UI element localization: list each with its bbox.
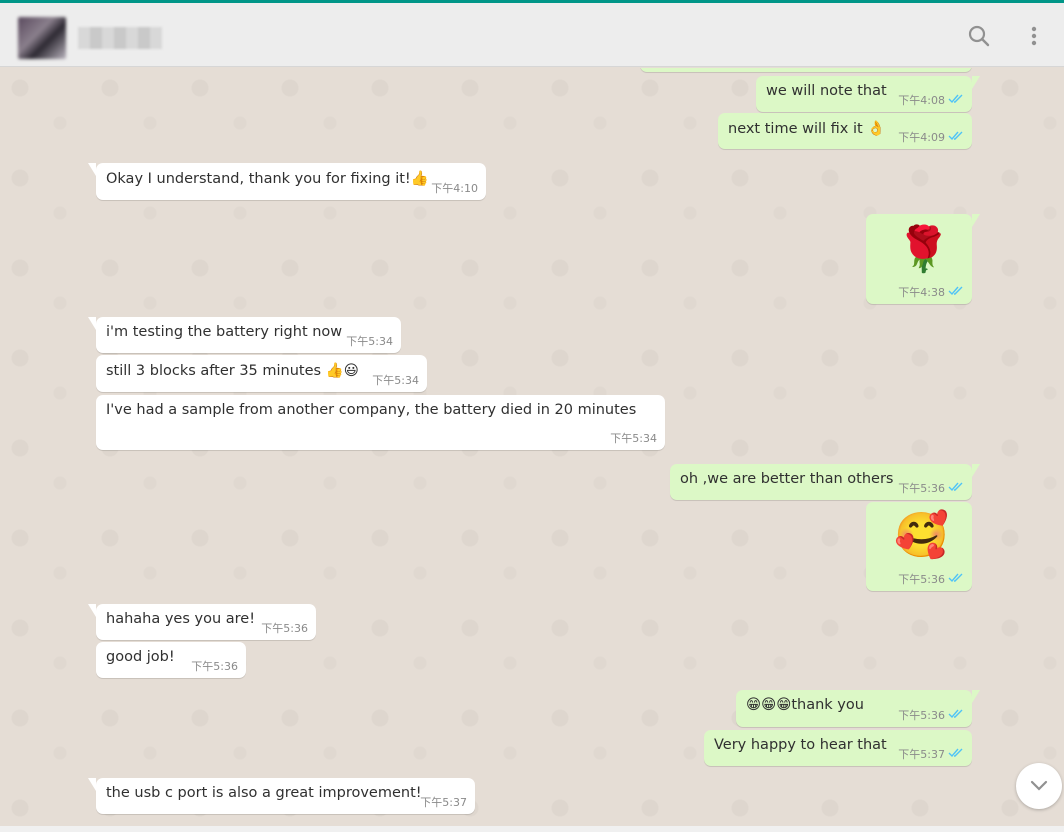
message-time: 下午5:37: [420, 796, 467, 809]
read-ticks-icon: [948, 747, 964, 761]
message-meta: 下午4:10: [431, 180, 478, 196]
message-time: 下午5:36: [898, 709, 945, 722]
message-time: 下午5:34: [372, 374, 419, 387]
message-time: 下午5:34: [610, 432, 657, 445]
message-text: next time will fix it 👌: [728, 121, 886, 137]
message-meta: 下午5:34: [346, 333, 393, 349]
message-meta: 下午5:36: [261, 620, 308, 636]
read-ticks-icon: [948, 93, 964, 107]
message-time: 下午5:34: [346, 335, 393, 348]
search-icon: [966, 23, 992, 49]
message-time: 下午5:36: [898, 573, 945, 586]
message-time: 下午5:36: [261, 622, 308, 635]
message-meta: 下午5:37: [898, 746, 964, 762]
message-meta: 下午5:34: [372, 372, 419, 388]
message-meta: 下午4:38: [898, 284, 964, 300]
message-meta: 下午5:36: [898, 480, 964, 496]
message-time: 下午5:36: [898, 482, 945, 495]
message-text: Very happy to hear that: [714, 737, 887, 753]
message-bubble-outgoing[interactable]: next time will fix it 👌 下午4:09: [718, 113, 972, 149]
message-text: 🌹: [896, 224, 951, 275]
message-meta: 下午5:34: [610, 430, 657, 446]
message-bubble-incoming[interactable]: I've had a sample from another company, …: [96, 395, 665, 450]
message-text: I've had a sample from another company, …: [106, 402, 637, 418]
message-bubble-outgoing[interactable]: 😁😁😁thank you 下午5:36: [736, 690, 980, 727]
message-time: 下午5:37: [898, 748, 945, 761]
read-ticks-icon: [948, 708, 964, 722]
message-bubble-incoming[interactable]: i'm testing the battery right now 下午5:34: [88, 317, 401, 353]
menu-button[interactable]: [1021, 23, 1047, 49]
message-text: good job!: [106, 649, 175, 665]
message-bubble-incoming[interactable]: the usb c port is also a great improveme…: [88, 778, 475, 814]
avatar[interactable]: [18, 17, 66, 59]
message-bubble-outgoing[interactable]: we will note that 下午4:08: [756, 76, 980, 112]
message-meta: 下午4:09: [898, 129, 964, 145]
message-meta: 下午5:37: [420, 794, 467, 810]
message-bubble-cut-off[interactable]: [640, 68, 972, 72]
chat-panel[interactable]: we will note that 下午4:08 next time will …: [0, 68, 1064, 832]
chevron-down-icon: [1030, 777, 1048, 796]
scroll-to-bottom-button[interactable]: [1016, 763, 1062, 809]
message-bubble-outgoing[interactable]: oh ,we are better than others 下午5:36: [670, 464, 980, 500]
menu-dots-icon: [1021, 23, 1047, 49]
message-text: still 3 blocks after 35 minutes 👍😃: [106, 363, 359, 379]
message-text: i'm testing the battery right now: [106, 324, 343, 340]
search-button[interactable]: [966, 23, 992, 49]
footer-edge: [0, 826, 1064, 832]
message-text: we will note that: [766, 83, 887, 99]
contact-name[interactable]: [78, 27, 162, 49]
message-time: 下午4:10: [431, 182, 478, 195]
message-text: 🥰: [894, 510, 949, 561]
message-meta: 下午4:08: [898, 92, 964, 108]
message-bubble-outgoing-emoji[interactable]: 🥰 下午5:36: [866, 502, 972, 591]
message-meta: 下午5:36: [898, 707, 964, 723]
message-text: oh ,we are better than others: [680, 471, 894, 487]
message-time: 下午5:36: [191, 660, 238, 673]
message-bubble-outgoing-emoji[interactable]: 🌹 下午4:38: [866, 214, 980, 304]
read-ticks-icon: [948, 285, 964, 299]
message-bubble-incoming[interactable]: hahaha yes you are! 下午5:36: [88, 604, 316, 640]
chat-header: [0, 3, 1064, 67]
message-bubble-incoming[interactable]: good job! 下午5:36: [96, 642, 246, 678]
message-text: hahaha yes you are!: [106, 611, 256, 627]
message-meta: 下午5:36: [898, 571, 964, 587]
message-meta: 下午5:36: [191, 658, 238, 674]
read-ticks-icon: [948, 572, 964, 586]
message-bubble-incoming[interactable]: still 3 blocks after 35 minutes 👍😃 下午5:3…: [96, 355, 427, 392]
message-time: 下午4:38: [898, 286, 945, 299]
message-time: 下午4:09: [898, 131, 945, 144]
message-bubble-outgoing[interactable]: Very happy to hear that 下午5:37: [704, 730, 972, 766]
message-text: the usb c port is also a great improveme…: [106, 785, 422, 801]
message-bubble-incoming[interactable]: Okay I understand, thank you for fixing …: [88, 163, 486, 200]
message-time: 下午4:08: [898, 94, 945, 107]
message-text: Okay I understand, thank you for fixing …: [106, 171, 429, 187]
message-text: 😁😁😁thank you: [746, 697, 864, 713]
read-ticks-icon: [948, 130, 964, 144]
read-ticks-icon: [948, 481, 964, 495]
